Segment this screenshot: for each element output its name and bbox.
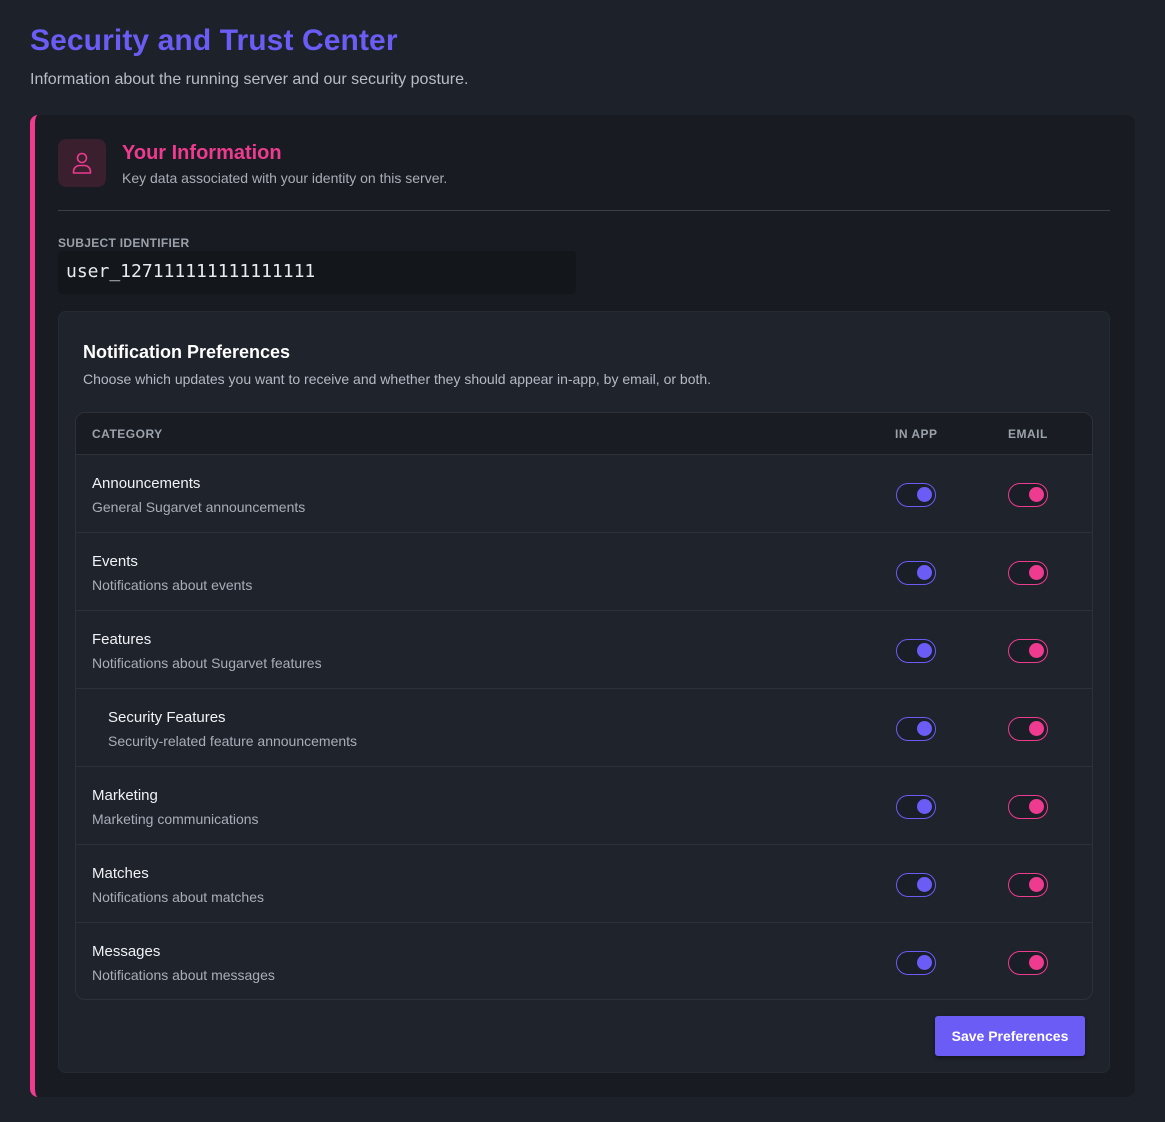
toggle-knob [917, 643, 932, 658]
toggle-knob [1029, 565, 1044, 580]
table-row-matches: Matches Notifications about matches [76, 845, 1092, 923]
toggle-email-marketing[interactable] [1008, 795, 1048, 819]
subject-identifier-value[interactable]: user_127111111111111111 [58, 251, 576, 294]
toggle-in-app-announcements[interactable] [896, 483, 936, 507]
toggle-in-app-security-features[interactable] [896, 717, 936, 741]
toggle-email-announcements[interactable] [1008, 483, 1048, 507]
row-description: Notifications about Sugarvet features [92, 655, 322, 671]
row-title: Security Features [108, 709, 226, 726]
toggle-in-app-matches[interactable] [896, 873, 936, 897]
page-title: Security and Trust Center [30, 24, 398, 57]
row-description: Notifications about messages [92, 967, 275, 983]
table-header: CATEGORY IN APP EMAIL [76, 413, 1092, 455]
user-icon [72, 152, 92, 174]
row-title: Announcements [92, 475, 201, 492]
toggle-email-features[interactable] [1008, 639, 1048, 663]
your-information-subtitle: Key data associated with your identity o… [122, 170, 448, 186]
row-description: Notifications about matches [92, 889, 264, 905]
column-header-category: CATEGORY [92, 427, 163, 441]
row-title: Messages [92, 943, 161, 960]
row-description: General Sugarvet announcements [92, 499, 306, 515]
notification-preferences-subtitle: Choose which updates you want to receive… [83, 371, 712, 387]
toggle-in-app-marketing[interactable] [896, 795, 936, 819]
table-row-marketing: Marketing Marketing communications [76, 767, 1092, 845]
row-description: Security-related feature announcements [108, 733, 358, 749]
column-header-email: EMAIL [1008, 427, 1048, 441]
table-row-security-features: Security Features Security-related featu… [76, 689, 1092, 767]
row-description: Marketing communications [92, 811, 259, 827]
row-description: Notifications about events [92, 577, 253, 593]
toggle-knob [917, 487, 932, 502]
page-subtitle: Information about the running server and… [30, 71, 469, 88]
toggle-knob [917, 565, 932, 580]
preferences-table: CATEGORY IN APP EMAIL Announcements Gene… [75, 412, 1093, 1000]
table-row-features: Features Notifications about Sugarvet fe… [76, 611, 1092, 689]
row-title: Events [92, 553, 138, 570]
toggle-knob [917, 799, 932, 814]
your-information-card: Your Information Key data associated wit… [30, 115, 1135, 1097]
row-title: Marketing [92, 787, 158, 804]
toggle-email-messages[interactable] [1008, 951, 1048, 975]
toggle-knob [917, 955, 932, 970]
toggle-in-app-messages[interactable] [896, 951, 936, 975]
toggle-knob [1029, 877, 1044, 892]
toggle-knob [917, 721, 932, 736]
save-preferences-button[interactable]: Save Preferences [935, 1016, 1085, 1056]
notification-preferences-card: Notification Preferences Choose which up… [58, 311, 1110, 1073]
toggle-email-security-features[interactable] [1008, 717, 1048, 741]
toggle-in-app-features[interactable] [896, 639, 936, 663]
toggle-email-events[interactable] [1008, 561, 1048, 585]
avatar [58, 139, 106, 187]
your-information-title: Your Information [122, 142, 282, 164]
notification-preferences-title: Notification Preferences [83, 342, 291, 362]
toggle-knob [1029, 799, 1044, 814]
toggle-knob [1029, 955, 1044, 970]
table-row-announcements: Announcements General Sugarvet announcem… [76, 455, 1092, 533]
toggle-in-app-events[interactable] [896, 561, 936, 585]
table-row-events: Events Notifications about events [76, 533, 1092, 611]
table-row-messages: Messages Notifications about messages [76, 923, 1092, 999]
divider [58, 210, 1110, 211]
toggle-knob [1029, 643, 1044, 658]
column-header-in-app: IN APP [895, 427, 938, 441]
toggle-knob [917, 877, 932, 892]
subject-identifier-label: SUBJECT IDENTIFIER [58, 236, 190, 250]
toggle-knob [1029, 721, 1044, 736]
row-title: Features [92, 631, 152, 648]
row-title: Matches [92, 865, 149, 882]
toggle-email-matches[interactable] [1008, 873, 1048, 897]
toggle-knob [1029, 487, 1044, 502]
